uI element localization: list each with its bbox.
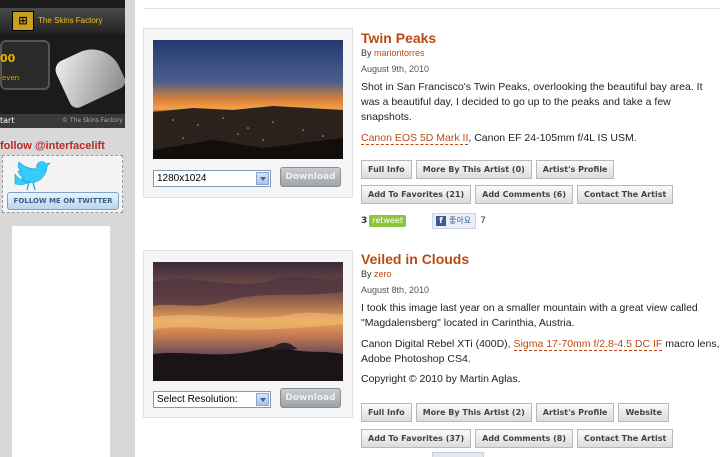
ad-header: ⊞ The Skins Factory (0, 8, 125, 34)
contact-artist-button[interactable]: Contact The Artist (576, 185, 674, 204)
wallpaper-thumbnail-twin-peaks[interactable] (153, 40, 343, 159)
add-to-favorites-button[interactable]: Add To Favorites (37) (361, 429, 472, 448)
left-sidebar: ⊞ The Skins Factory 00 even tart © The S… (0, 0, 135, 457)
retweet-count: 3 (361, 216, 368, 226)
ad-start-label: tart (0, 116, 15, 125)
facebook-f-icon: f (435, 216, 446, 226)
post-date: August 8th, 2010 (361, 285, 430, 295)
ad-binocular-image (52, 39, 125, 111)
wallpaper-info: Twin Peaks By mariontorres August 9th, 2… (361, 30, 720, 229)
wallpaper-info: Veiled in Clouds By zero August 8th, 201… (361, 251, 720, 448)
like-label: 좋아요 (448, 216, 472, 225)
resolution-select-value: 1280x1024 (157, 173, 207, 184)
ad-even-label: even (2, 74, 20, 82)
ad-footer-brand: © The Skins Factory (62, 117, 123, 124)
follow-me-on-twitter-button[interactable]: FOLLOW ME ON TWITTER (7, 192, 119, 210)
lens-link[interactable]: Sigma 17-70mm f/2.8-4.5 DC IF (513, 338, 663, 351)
by-label: By (361, 48, 375, 58)
sidebar-blank-panel (12, 226, 110, 457)
byline: By zero (361, 269, 720, 279)
description: Shot in San Francisco's Twin Peaks, over… (361, 81, 703, 123)
facebook-like-button-partial[interactable] (432, 452, 484, 457)
full-info-button[interactable]: Full Info (361, 403, 412, 422)
resolution-select-value: Select Resolution: (157, 394, 238, 405)
wallpaper-title[interactable]: Twin Peaks (361, 30, 720, 47)
full-info-button[interactable]: Full Info (361, 160, 412, 179)
ad-brand: The Skins Factory (38, 16, 103, 25)
add-comments-button[interactable]: Add Comments (6) (475, 185, 573, 204)
skins-factory-logo-icon: ⊞ (12, 11, 34, 31)
more-by-artist-button[interactable]: More By This Artist (0) (415, 160, 532, 179)
wallpaper-title[interactable]: Veiled in Clouds (361, 251, 720, 268)
camera-link[interactable]: Canon EOS 5D Mark II (361, 132, 469, 145)
wallpaper-thumbnail-veiled-in-clouds[interactable] (153, 262, 343, 381)
action-row-2: Add To Favorites (37) Add Comments (8) Con… (361, 429, 677, 448)
author-link[interactable]: mariontorres (374, 48, 425, 58)
resolution-select[interactable]: 1280x1024 (153, 170, 271, 187)
action-row-2: Add To Favorites (21) Add Comments (6) Con… (361, 185, 677, 204)
website-button[interactable]: Website (618, 403, 669, 422)
gear-info: Canon EOS 5D Mark II, Canon EF 24-105mm … (361, 131, 720, 146)
twitter-bird-icon (14, 161, 51, 191)
artist-profile-button[interactable]: Artist's Profile (535, 160, 615, 179)
social-bar: 3 retweet f 좋아요 7 (361, 213, 486, 229)
byline: By mariontorres (361, 48, 720, 58)
more-by-artist-button[interactable]: More By This Artist (2) (415, 403, 532, 422)
copyright: Copyright © 2010 by Martin Aglas. (361, 373, 521, 385)
download-button[interactable]: Download (280, 388, 341, 408)
artist-profile-button[interactable]: Artist's Profile (535, 403, 615, 422)
select-arrow-icon[interactable] (256, 172, 269, 185)
description: I took this image last year on a smaller… (361, 302, 698, 329)
wallpaper-card: 1280x1024 Download (143, 28, 353, 198)
gear-pre: Canon Digital Rebel XTi (400D), (361, 338, 514, 350)
action-row-1: Full Info More By This Artist (0) Artist's… (361, 160, 618, 179)
contact-artist-button[interactable]: Contact The Artist (576, 429, 674, 448)
post-date: August 9th, 2010 (361, 64, 430, 74)
twitter-follow-box: FOLLOW ME ON TWITTER (2, 155, 123, 213)
download-button[interactable]: Download (280, 167, 341, 187)
retweet-button[interactable]: retweet (369, 215, 406, 227)
ad-score: 00 (0, 52, 16, 65)
skins-factory-ad[interactable]: ⊞ The Skins Factory 00 even tart © The S… (0, 0, 125, 128)
like-count: 7 (480, 216, 486, 226)
add-comments-button[interactable]: Add Comments (8) (475, 429, 573, 448)
top-divider (143, 8, 720, 9)
add-to-favorites-button[interactable]: Add To Favorites (21) (361, 185, 472, 204)
follow-interfacelift-link[interactable]: follow @interfacelift (0, 140, 105, 152)
facebook-like-button[interactable]: f 좋아요 (431, 213, 477, 229)
by-label: By (361, 269, 375, 279)
gear-rest: , Canon EF 24-105mm f/4L IS USM. (468, 132, 637, 144)
action-row-1: Full Info More By This Artist (2) Artist's… (361, 403, 673, 422)
author-link[interactable]: zero (374, 269, 392, 279)
select-arrow-icon[interactable] (256, 393, 269, 406)
gear-info: Canon Digital Rebel XTi (400D), Sigma 17… (361, 337, 720, 367)
ad-device-image (0, 40, 50, 90)
wallpaper-card: Select Resolution: Download (143, 250, 353, 418)
resolution-select[interactable]: Select Resolution: (153, 391, 271, 408)
